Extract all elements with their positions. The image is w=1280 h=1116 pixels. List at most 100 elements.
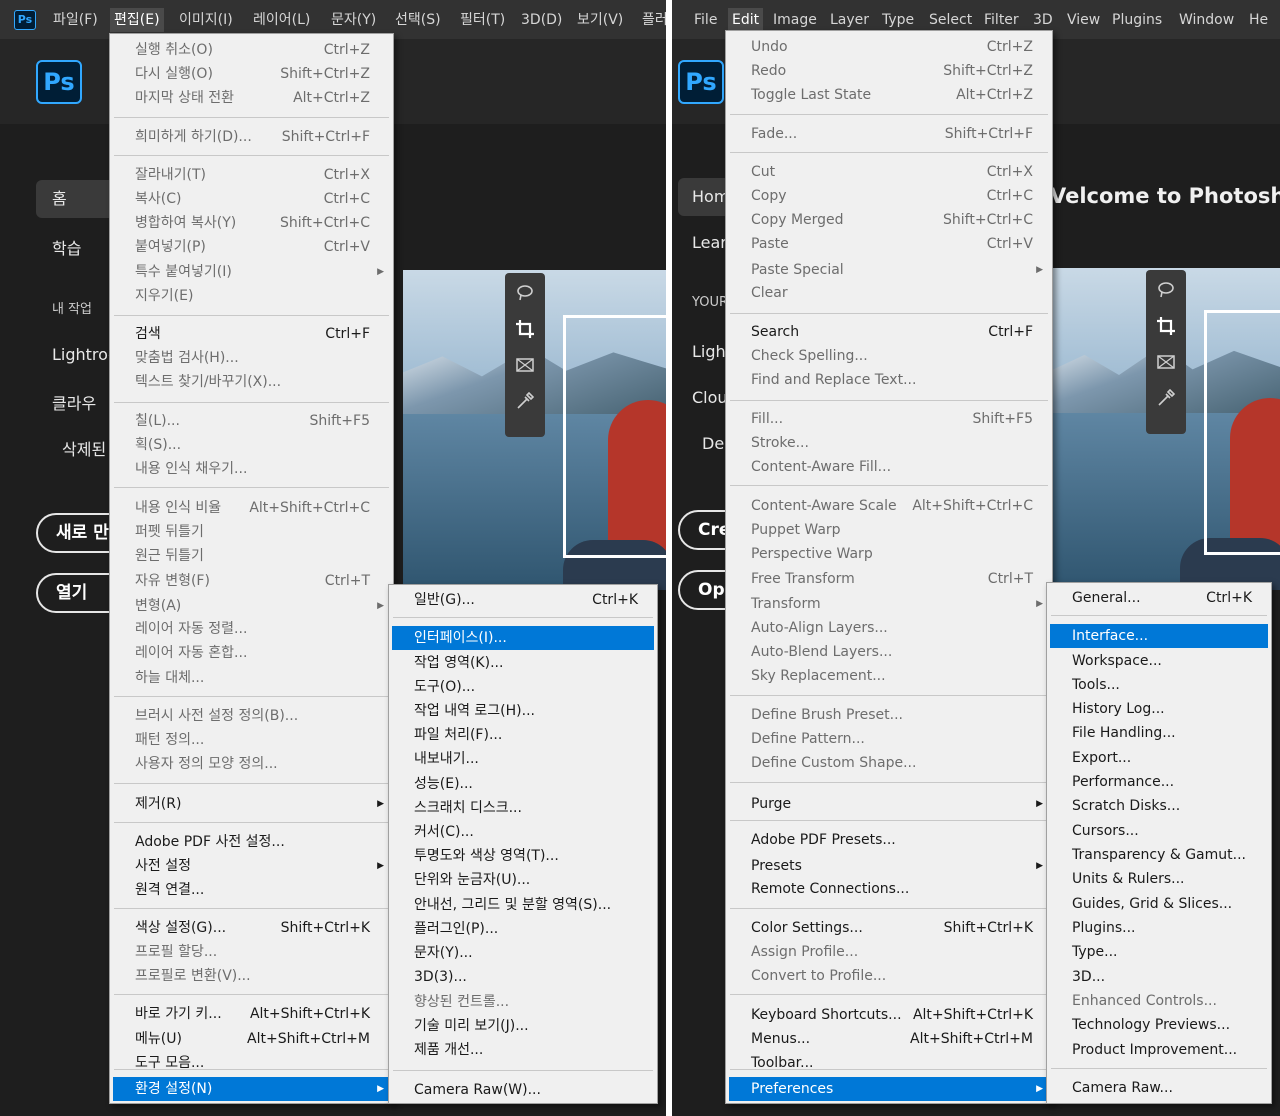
edit-menu-item-29[interactable]: 사전 설정 ▶ (113, 854, 390, 878)
edit-menu-item-37[interactable]: 환경 설정(N) ▶ (113, 1077, 390, 1101)
edit-menu-item-36[interactable]: 도구 모음... (113, 1051, 390, 1075)
edit-menu-item-10[interactable]: 검색 Ctrl+F (113, 322, 390, 346)
prefs-menu-item-14[interactable]: Type... (1050, 940, 1268, 964)
prefs-menu-item-3[interactable]: Tools... (1050, 673, 1268, 697)
edit-menu-item-34[interactable]: Keyboard Shortcuts... Alt+Shift+Ctrl+K (729, 1003, 1049, 1027)
menu-type[interactable]: 문자(Y) (327, 8, 380, 32)
prefs-menu-item-8[interactable]: 스크래치 디스크... (392, 796, 654, 820)
menu-item-label: 내보내기... (414, 751, 479, 767)
prefs-menu-item-13[interactable]: Plugins... (1050, 916, 1268, 940)
menu-edit[interactable]: 편집(E) (110, 8, 164, 32)
nav-learn[interactable]: 학습 (52, 235, 81, 259)
prefs-menu-item-9[interactable]: 커서(C)... (392, 820, 654, 844)
menu-separator (730, 908, 1048, 909)
prefs-menu-item-10[interactable]: 투명도와 색상 영역(T)... (392, 844, 654, 868)
prefs-menu-item-1[interactable]: 인터페이스(I)... (392, 626, 654, 650)
nav-lightroom[interactable]: Lightroo (52, 345, 118, 364)
edit-menu-item-31[interactable]: Color Settings... Shift+Ctrl+K (729, 916, 1049, 940)
crop-icon[interactable] (1146, 308, 1186, 344)
menu-layer[interactable]: Layer (826, 8, 873, 32)
nav-lightroom[interactable]: Ligh (692, 342, 726, 361)
eyedropper-icon[interactable] (505, 383, 545, 419)
menu-view[interactable]: 보기(V) (573, 8, 627, 32)
prefs-menu-item-3[interactable]: 도구(O)... (392, 675, 654, 699)
edit-menu-item-28[interactable]: Adobe PDF Presets... (729, 828, 1049, 852)
prefs-menu-item-12[interactable]: Guides, Grid & Slices... (1050, 892, 1268, 916)
prefs-menu-item-2[interactable]: Workspace... (1050, 649, 1268, 673)
menu-image[interactable]: 이미지(I) (175, 8, 237, 32)
edit-menu-item-10[interactable]: Search Ctrl+F (729, 320, 1049, 344)
edit-menu-item-30[interactable]: Remote Connections... (729, 877, 1049, 901)
menu-3d[interactable]: 3D(D) (517, 8, 566, 32)
edit-menu-item-35[interactable]: Menus... Alt+Shift+Ctrl+M (729, 1027, 1049, 1051)
menu-window[interactable]: Window (1175, 8, 1238, 32)
prefs-menu-item-12[interactable]: 안내선, 그리드 및 분할 영역(S)... (392, 893, 654, 917)
prefs-menu-item-19[interactable]: Camera Raw(W)... (392, 1078, 654, 1102)
edit-menu-item-37[interactable]: Preferences ▶ (729, 1077, 1049, 1101)
edit-menu-item-29[interactable]: Presets ▶ (729, 854, 1049, 878)
prefs-menu-item-4[interactable]: 작업 내역 로그(H)... (392, 699, 654, 723)
prefs-menu-item-6[interactable]: Export... (1050, 746, 1268, 770)
prefs-menu-item-17[interactable]: 기술 미리 보기(J)... (392, 1014, 654, 1038)
frame-icon[interactable] (1146, 344, 1186, 380)
prefs-menu-item-7[interactable]: Performance... (1050, 770, 1268, 794)
prefs-menu-item-5[interactable]: 파일 처리(F)... (392, 723, 654, 747)
edit-menu-item-28[interactable]: Adobe PDF 사전 설정... (113, 830, 390, 854)
menu-file[interactable]: File (690, 8, 721, 32)
prefs-menu-item-5[interactable]: File Handling... (1050, 721, 1268, 745)
menu-image[interactable]: Image (769, 8, 821, 32)
prefs-menu-item-11[interactable]: 단위와 눈금자(U)... (392, 868, 654, 892)
menu-item-label: 내용 인식 채우기... (135, 461, 248, 477)
prefs-menu-item-8[interactable]: Scratch Disks... (1050, 794, 1268, 818)
prefs-menu-item-14[interactable]: 문자(Y)... (392, 941, 654, 965)
prefs-menu-item-1[interactable]: Interface... (1050, 624, 1268, 648)
edit-menu-item-34[interactable]: 바로 가기 키... Alt+Shift+Ctrl+K (113, 1002, 390, 1026)
menu-select[interactable]: Select (925, 8, 976, 32)
edit-menu-item-27[interactable]: 제거(R) ▶ (113, 792, 390, 816)
edit-menu-item-36[interactable]: Toolbar... (729, 1051, 1049, 1075)
prefs-menu-item-18[interactable]: Product Improvement... (1050, 1038, 1268, 1062)
menu-plugins[interactable]: 플러 (638, 8, 666, 32)
nav-learn[interactable]: Lear (692, 233, 727, 252)
prefs-menu-item-0[interactable]: 일반(G)... Ctrl+K (392, 588, 654, 612)
prefs-menu-item-17[interactable]: Technology Previews... (1050, 1013, 1268, 1037)
menu-help[interactable]: He (1245, 8, 1272, 32)
prefs-menu-item-7[interactable]: 성능(E)... (392, 772, 654, 796)
lasso-icon[interactable] (505, 275, 545, 311)
crop-icon[interactable] (505, 311, 545, 347)
menu-type[interactable]: Type (878, 8, 918, 32)
menu-select[interactable]: 선택(S) (391, 8, 445, 32)
prefs-menu-item-15[interactable]: 3D... (1050, 965, 1268, 989)
nav-home[interactable]: 홈 (36, 180, 116, 218)
prefs-menu-item-9[interactable]: Cursors... (1050, 819, 1268, 843)
prefs-menu-item-13[interactable]: 플러그인(P)... (392, 917, 654, 941)
edit-menu-item-31[interactable]: 색상 설정(G)... Shift+Ctrl+K (113, 916, 390, 940)
nav-cloud[interactable]: 클라우 (52, 390, 96, 414)
menu-file[interactable]: 파일(F) (49, 8, 102, 32)
edit-menu-item-27[interactable]: Purge ▶ (729, 792, 1049, 816)
menu-plugins[interactable]: Plugins (1108, 8, 1166, 32)
prefs-menu-item-6[interactable]: 내보내기... (392, 747, 654, 771)
frame-icon[interactable] (505, 347, 545, 383)
prefs-menu-item-11[interactable]: Units & Rulers... (1050, 867, 1268, 891)
lasso-icon[interactable] (1146, 272, 1186, 308)
prefs-menu-item-0[interactable]: General... Ctrl+K (1050, 586, 1268, 610)
menu-view[interactable]: View (1063, 8, 1104, 32)
prefs-menu-item-18[interactable]: 제품 개선... (392, 1038, 654, 1062)
prefs-menu-item-10[interactable]: Transparency & Gamut... (1050, 843, 1268, 867)
prefs-menu-item-19[interactable]: Camera Raw... (1050, 1076, 1268, 1100)
edit-menu-item-35[interactable]: 메뉴(U) Alt+Shift+Ctrl+M (113, 1027, 390, 1051)
nav-cloud[interactable]: Clou (692, 388, 728, 407)
prefs-menu-item-2[interactable]: 작업 영역(K)... (392, 651, 654, 675)
menu-item-label: 단위와 눈금자(U)... (414, 872, 531, 888)
edit-menu-item-30[interactable]: 원격 연결... (113, 878, 390, 902)
menu-layer[interactable]: 레이어(L) (249, 8, 314, 32)
menu-3d[interactable]: 3D (1029, 8, 1057, 32)
menu-edit[interactable]: Edit (728, 8, 764, 32)
eyedropper-icon[interactable] (1146, 380, 1186, 416)
prefs-menu-item-15[interactable]: 3D(3)... (392, 965, 654, 989)
prefs-menu-item-4[interactable]: History Log... (1050, 697, 1268, 721)
nav-deleted[interactable]: 삭제된 (62, 436, 106, 460)
menu-filter[interactable]: 필터(T) (456, 8, 509, 32)
menu-filter[interactable]: Filter (980, 8, 1023, 32)
